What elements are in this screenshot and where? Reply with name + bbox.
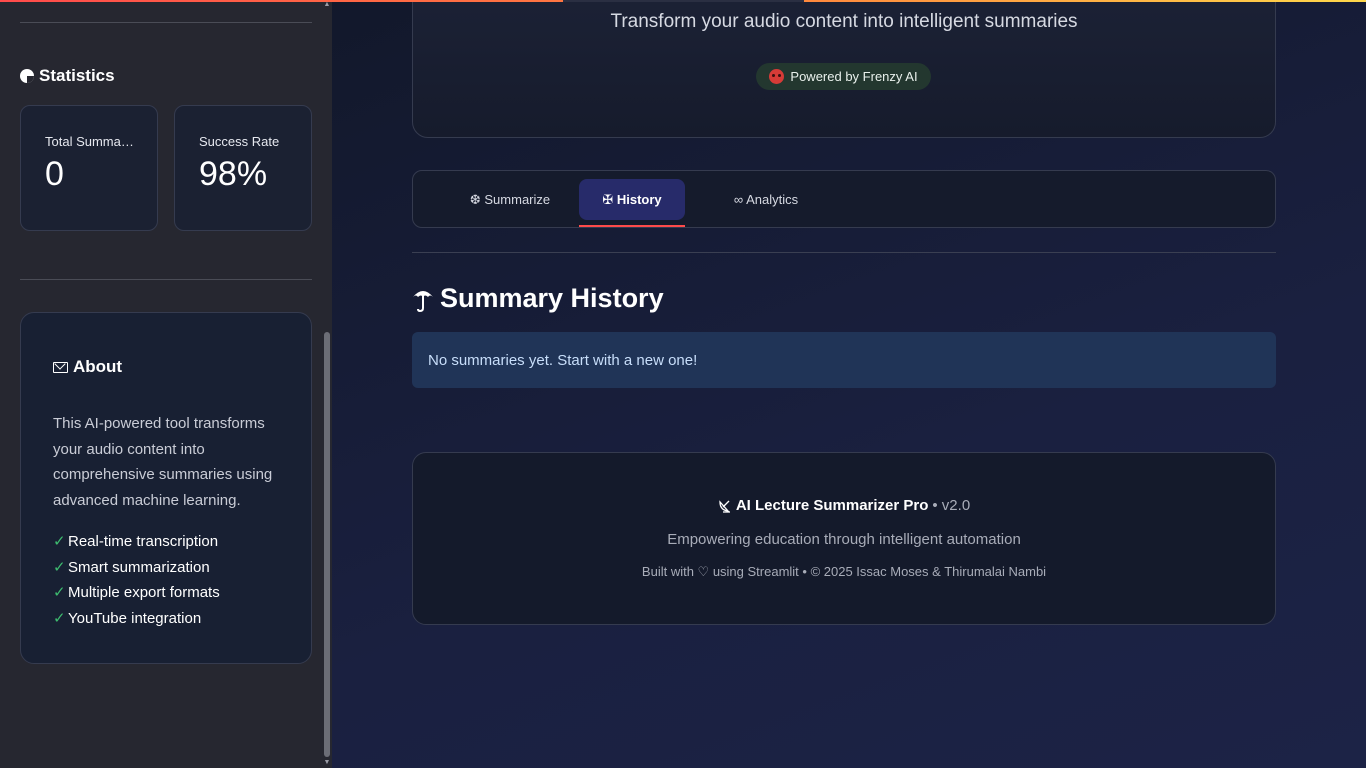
success-rate-card: Success Rate 98% xyxy=(174,105,312,231)
check-icon: ✓ xyxy=(53,584,66,602)
feature-label: Smart summarization xyxy=(68,558,210,576)
page-title: Summary History xyxy=(440,283,664,313)
envelope-icon xyxy=(53,361,68,373)
tab-bar: ❆ Summarize ✠ History ∞ Analytics xyxy=(412,170,1276,228)
list-item: ✓ Real-time transcription xyxy=(53,529,220,555)
footer-version: • v2.0 xyxy=(932,497,971,514)
umbrella-icon xyxy=(413,290,433,312)
list-item: ✓ YouTube integration xyxy=(53,606,220,632)
feature-label: Multiple export formats xyxy=(68,584,220,602)
check-icon: ✓ xyxy=(53,533,66,550)
stat-label: Success Rate xyxy=(199,134,280,149)
empty-history-alert: No summaries yet. Start with a new one! xyxy=(412,332,1276,388)
alert-message: No summaries yet. Start with a new one! xyxy=(428,351,698,369)
footer-app-name: AI Lecture Summarizer Pro xyxy=(735,497,929,514)
sidebar-divider xyxy=(20,279,312,280)
scrollbar-thumb[interactable] xyxy=(324,332,330,757)
about-heading: About xyxy=(53,357,122,377)
sidebar: Statistics Total Summaries 0 Success Rat… xyxy=(0,0,332,768)
stat-value: 0 xyxy=(45,155,64,193)
footer-card: AI Lecture Summarizer Pro • v2.0 Empower… xyxy=(412,452,1276,625)
tab-summarize[interactable]: ❆ Summarize xyxy=(433,179,587,220)
statistics-heading: Statistics xyxy=(20,66,115,86)
list-item: ✓ Multiple export formats xyxy=(53,580,220,606)
feature-list: ✓ Real-time transcription ✓ Smart summariz… xyxy=(53,529,220,632)
about-description: This AI-powered tool transforms your aud… xyxy=(53,415,273,509)
stat-label: Total Summaries xyxy=(45,134,135,149)
stat-value: 98% xyxy=(199,155,268,193)
hero-subtitle: Transform your audio content into intell… xyxy=(610,11,1078,32)
feature-label: YouTube integration xyxy=(68,610,202,628)
pie-chart-icon xyxy=(20,69,34,83)
tab-analytics[interactable]: ∞ Analytics xyxy=(709,179,823,220)
check-icon: ✓ xyxy=(53,610,66,628)
hero-decoration xyxy=(563,0,804,2)
scroll-down-arrow-icon[interactable]: ▼ xyxy=(323,759,331,767)
list-item: ✓ Smart summarization xyxy=(53,555,220,581)
summary-history-heading: Summary History xyxy=(412,283,664,314)
total-summaries-card: Total Summaries 0 xyxy=(20,105,158,231)
footer-app-line: AI Lecture Summarizer Pro • v2.0 xyxy=(413,497,1275,514)
about-card: About This AI-powered tool transforms yo… xyxy=(20,312,312,664)
sidebar-scrollbar[interactable]: ▲ ▼ xyxy=(322,0,332,768)
badge-label: Powered by Frenzy AI xyxy=(790,69,918,84)
devil-face-icon xyxy=(769,69,785,84)
feature-label: Real-time transcription xyxy=(68,533,219,550)
active-tab-indicator xyxy=(579,225,685,227)
about-title: About xyxy=(73,357,123,376)
check-icon: ✓ xyxy=(53,558,66,576)
tab-history[interactable]: ✠ History xyxy=(579,179,685,220)
statistics-title: Statistics xyxy=(39,66,115,85)
footer-credits: Built with ♡ using Streamlit • © 2025 Is… xyxy=(641,564,1047,579)
sidebar-divider xyxy=(20,22,312,23)
powered-by-badge: Powered by Frenzy AI xyxy=(756,63,931,90)
scroll-up-arrow-icon[interactable]: ▲ xyxy=(323,1,331,9)
satellite-dish-icon xyxy=(719,499,730,513)
section-divider xyxy=(412,252,1276,253)
footer-tagline: Empowering education through intelligent… xyxy=(667,531,1021,548)
